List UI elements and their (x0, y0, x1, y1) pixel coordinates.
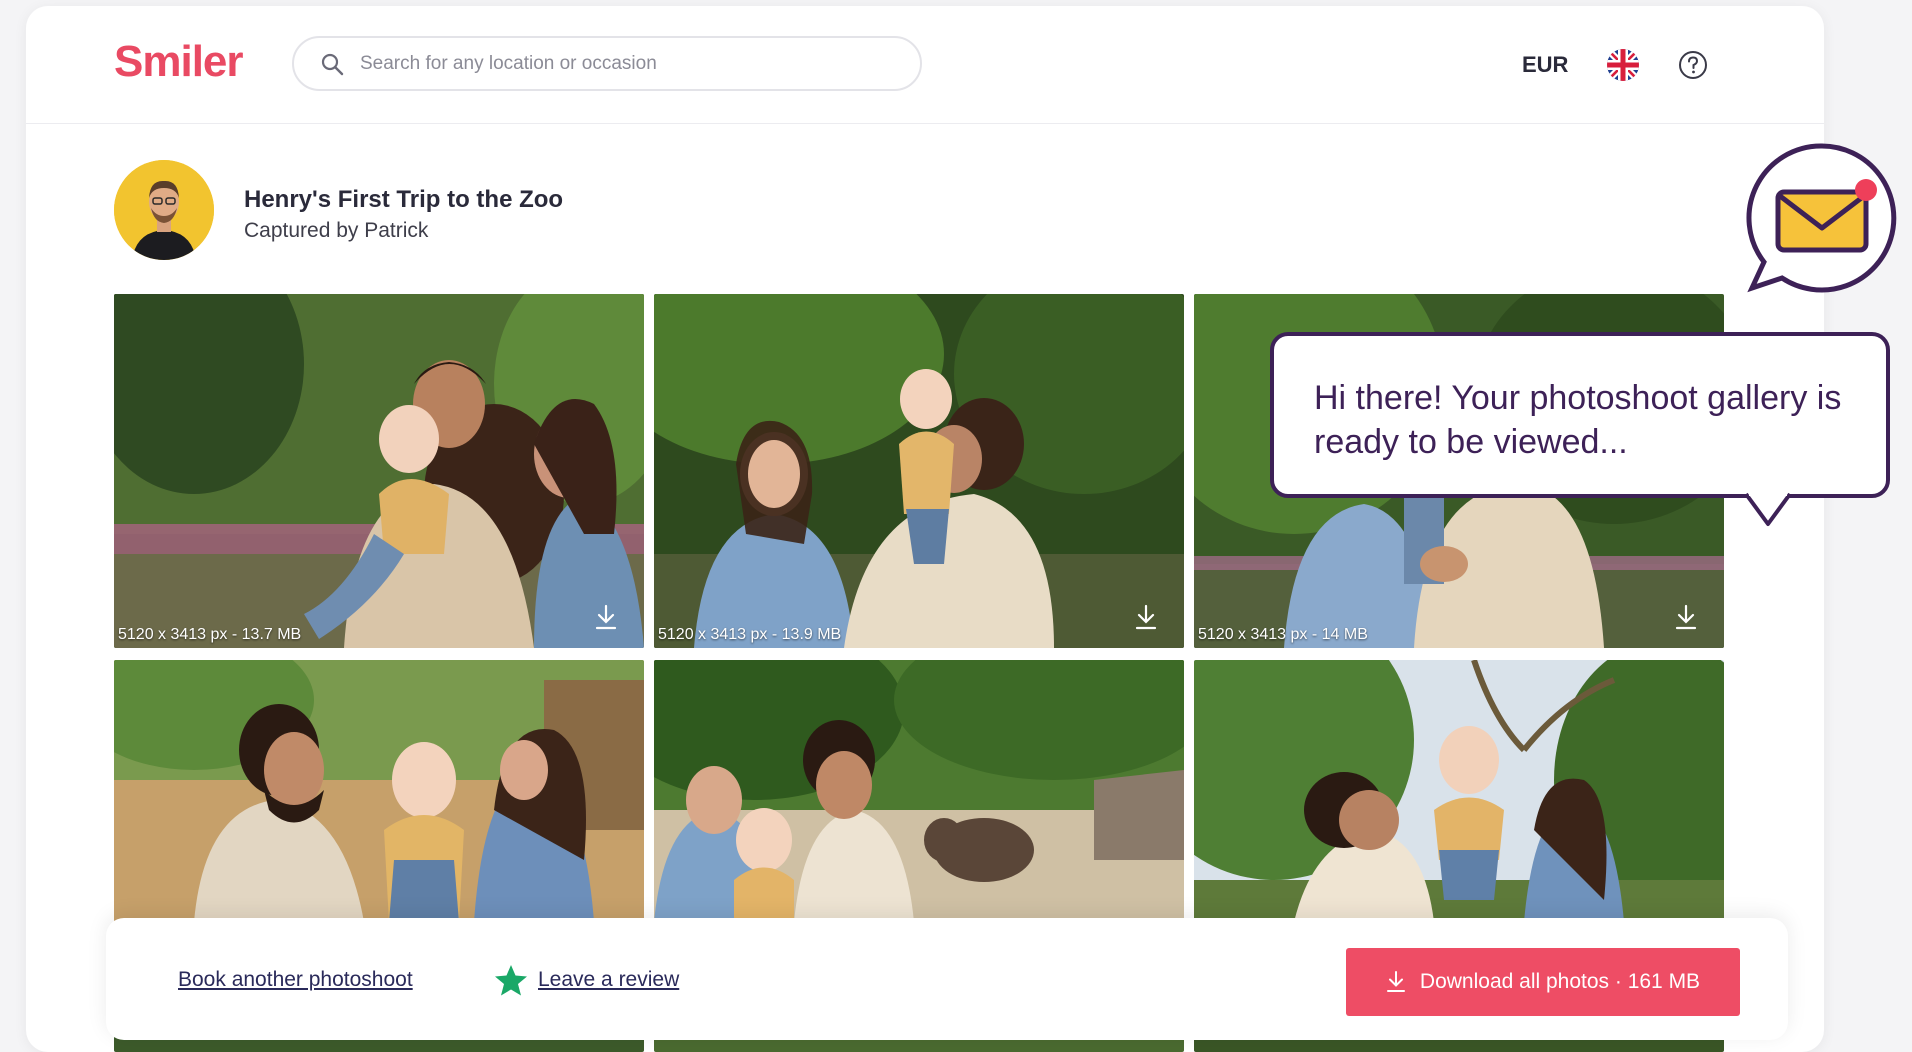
search-bar[interactable] (292, 36, 922, 91)
notification-message: Hi there! Your photoshoot gallery is rea… (1314, 379, 1842, 461)
download-icon[interactable] (594, 604, 618, 630)
gallery-action-bar: Book another photoshoot Leave a review D… (106, 918, 1788, 1040)
smiler-logo[interactable]: Smiler (114, 34, 314, 97)
photo-meta: 5120 x 3413 px - 13.9 MB (658, 626, 842, 643)
gallery-photo[interactable] (114, 660, 644, 922)
photographer-avatar (114, 160, 214, 260)
logo-text: Smiler (114, 37, 243, 86)
photo-image (654, 294, 1184, 648)
photo-image (114, 660, 644, 922)
gallery-card: Smiler EUR (26, 6, 1824, 1052)
gallery-photo[interactable] (654, 660, 1184, 922)
photo-meta: 5120 x 3413 px - 13.7 MB (118, 626, 302, 643)
photo-image (1194, 660, 1724, 922)
gallery-photo[interactable]: 5120 x 3413 px - 13.9 MB (654, 294, 1184, 648)
album-title: Henry's First Trip to the Zoo (244, 186, 564, 213)
photo-image (114, 294, 644, 648)
currency-selector[interactable]: EUR (1522, 52, 1568, 78)
download-all-button[interactable]: Download all photos · 161 MB (1346, 948, 1740, 1016)
top-navbar: Smiler EUR (26, 6, 1824, 124)
download-icon[interactable] (1134, 604, 1158, 630)
photo-meta: 5120 x 3413 px - 14 MB (1198, 626, 1368, 643)
gallery-photo[interactable] (1194, 660, 1724, 922)
download-all-label: Download all photos · 161 MB (1419, 970, 1701, 993)
notification-bubble: Hi there! Your photoshoot gallery is rea… (1270, 332, 1890, 498)
download-icon (1386, 971, 1405, 992)
leave-a-review-link[interactable]: Leave a review (538, 968, 679, 992)
help-circle-icon[interactable] (1678, 50, 1708, 80)
book-another-photoshoot-link[interactable]: Book another photoshoot (178, 968, 413, 992)
search-icon (321, 53, 344, 75)
bubble-tail (1746, 492, 1790, 526)
album-photographer: Captured by Patrick (244, 219, 429, 242)
photo-image (654, 660, 1184, 922)
uk-flag-icon[interactable] (1606, 48, 1640, 82)
photographer-portrait (114, 160, 214, 260)
search-input[interactable] (360, 52, 900, 75)
gallery-photo[interactable]: 5120 x 3413 px - 13.7 MB (114, 294, 644, 648)
star-icon (495, 965, 527, 996)
download-icon[interactable] (1674, 604, 1698, 630)
mail-notification-icon[interactable] (1742, 140, 1902, 300)
smiler-logo-mark: Smiler (114, 37, 244, 86)
